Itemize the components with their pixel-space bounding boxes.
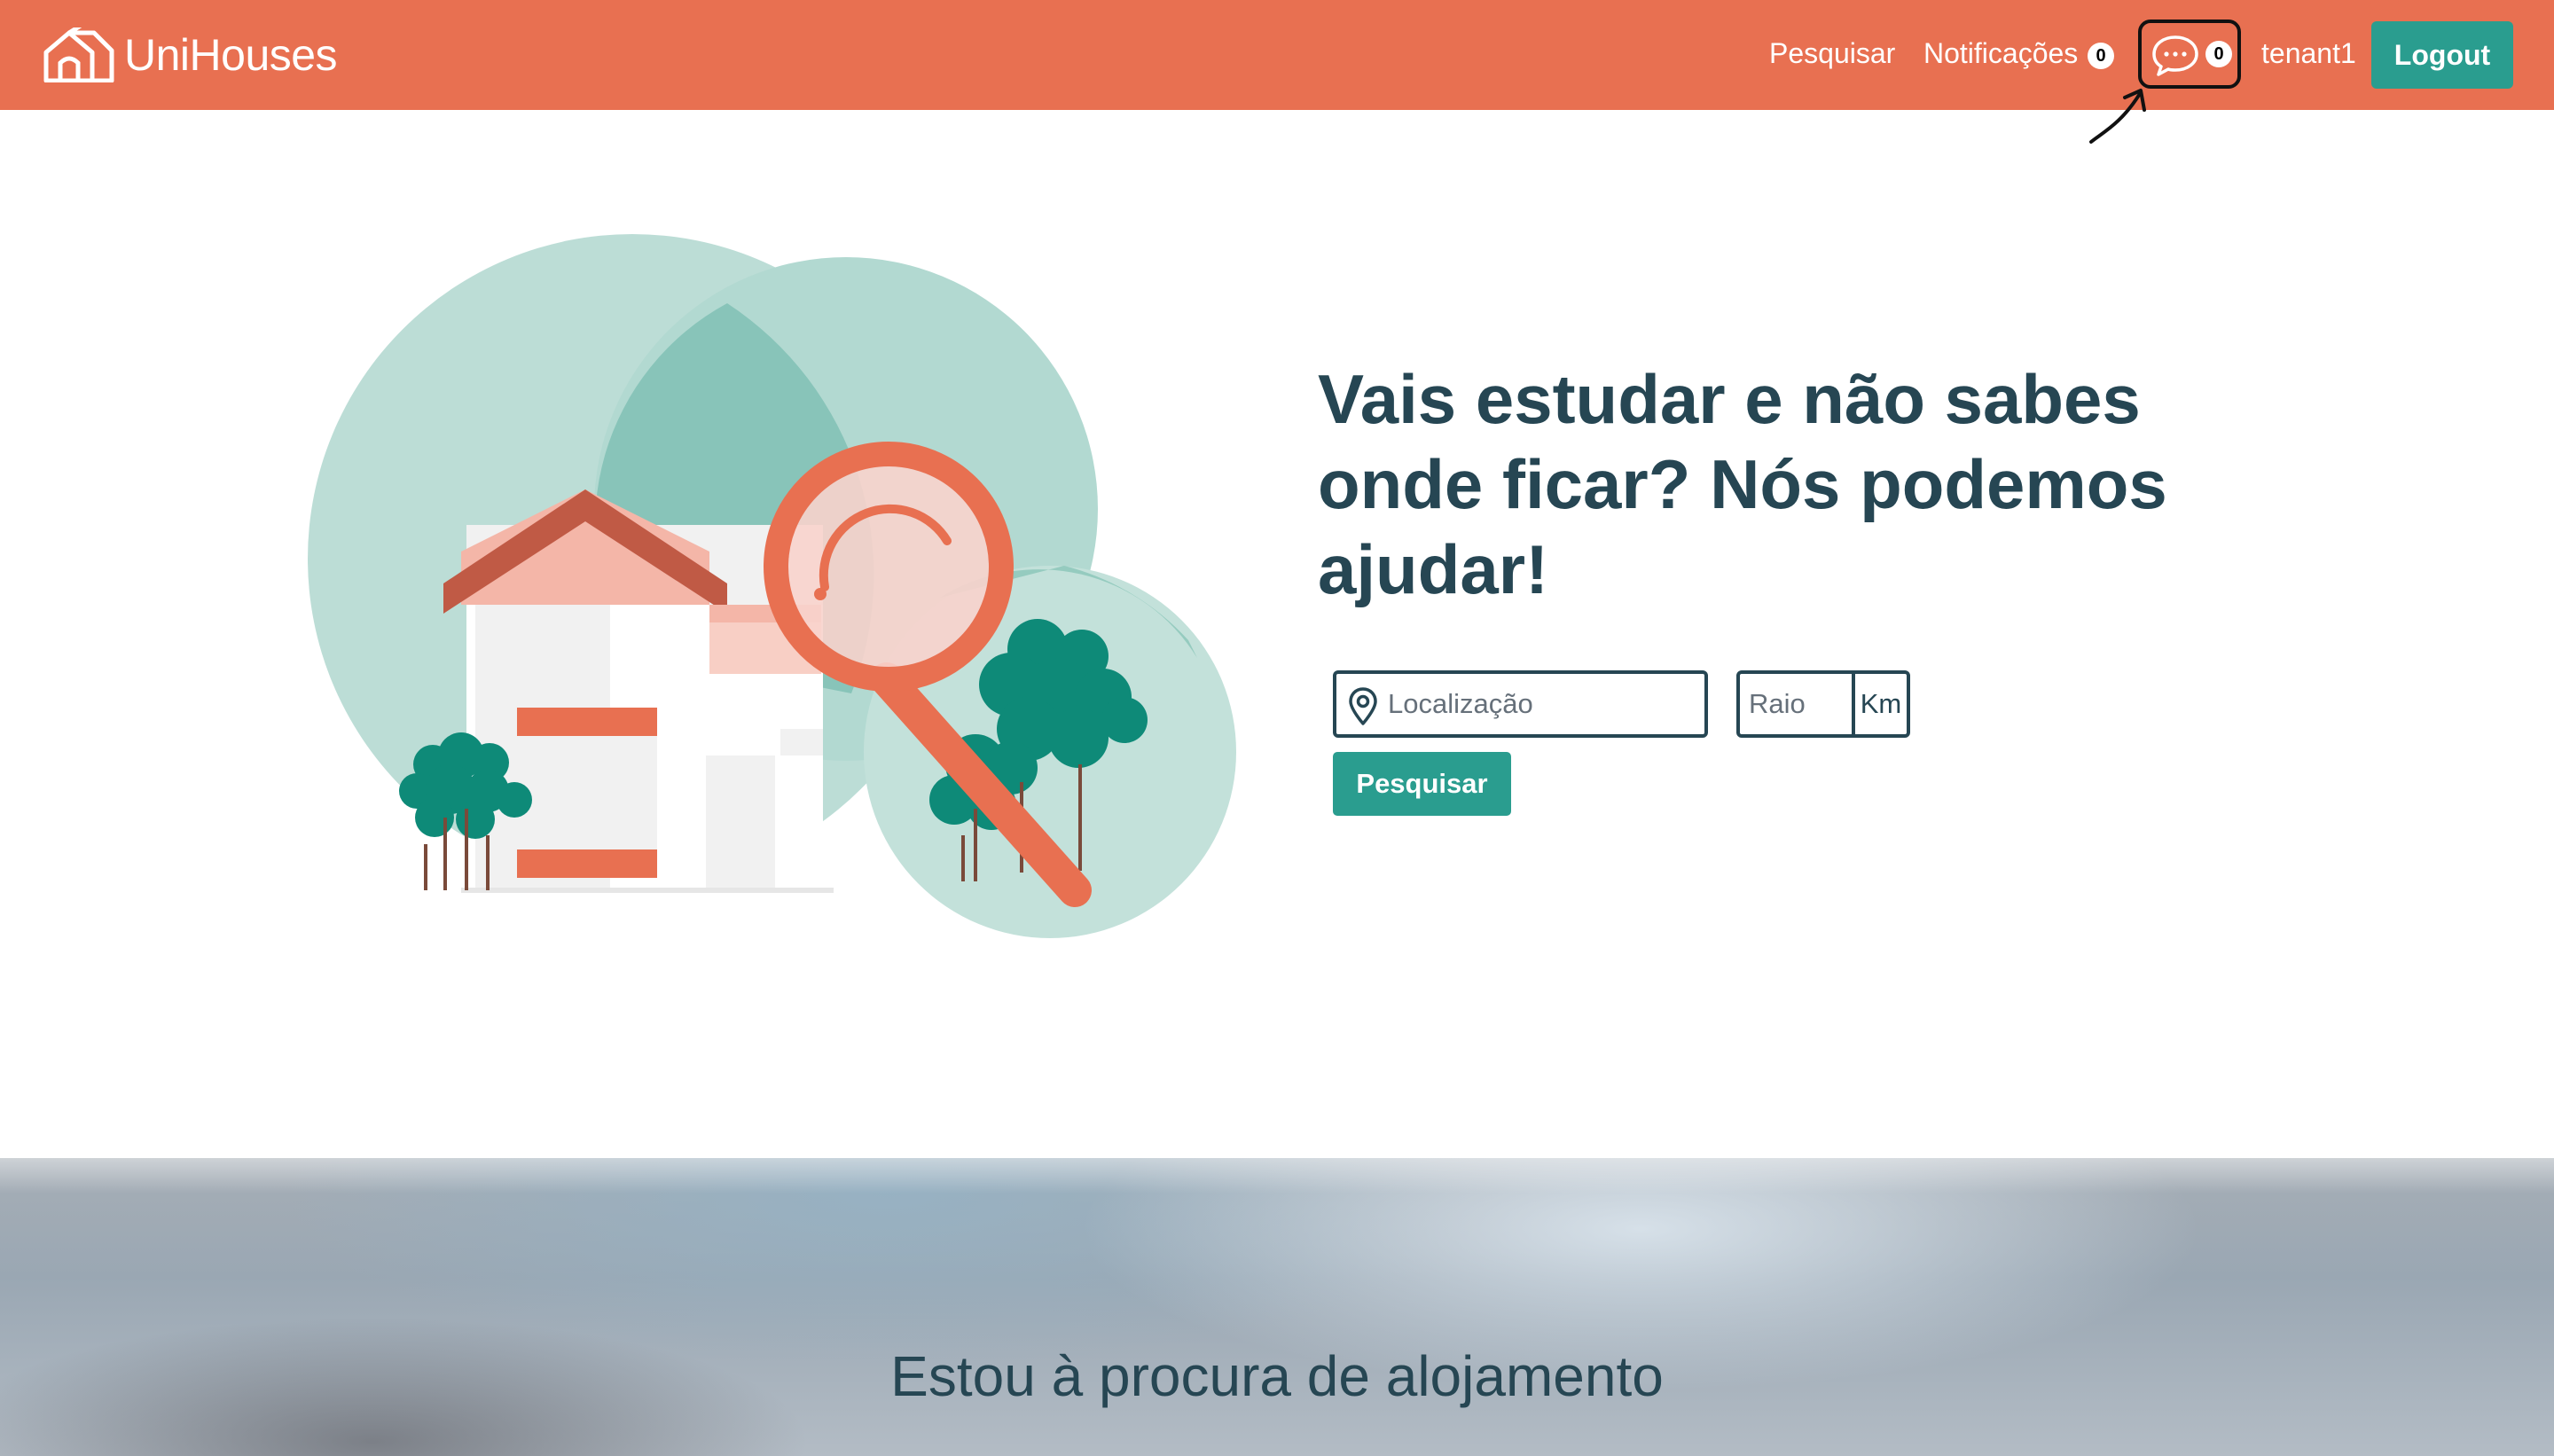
house-logo-icon <box>43 27 114 82</box>
looking-for-housing-banner: Estou à procura de alojamento <box>0 1158 2554 1456</box>
location-field[interactable] <box>1333 670 1708 738</box>
nav-search-link[interactable]: Pesquisar <box>1769 35 1895 71</box>
radius-unit-label: Km <box>1852 674 1907 734</box>
chat-bubble-icon <box>2152 35 2198 76</box>
brand-logo-link[interactable]: UniHouses <box>43 23 338 87</box>
notifications-count-badge: 0 <box>2088 43 2114 69</box>
username-link[interactable]: tenant1 <box>2261 35 2356 71</box>
banner-title: Estou à procura de alojamento <box>890 1344 1664 1408</box>
messages-button[interactable]: 0 <box>2138 20 2241 89</box>
location-pin-icon <box>1349 687 1377 725</box>
messages-count-badge: 0 <box>2205 41 2232 67</box>
search-button[interactable]: Pesquisar <box>1333 752 1511 816</box>
nav-notifications-link[interactable]: Notificações <box>1923 35 2078 71</box>
location-input[interactable] <box>1386 674 1696 734</box>
brand-name: UniHouses <box>124 30 338 80</box>
hero-illustration <box>308 234 1236 938</box>
navbar: UniHouses Pesquisar Notificações 0 0 ten… <box>0 0 2554 110</box>
hero-heading: Vais estudar e não sabes onde ficar? Nós… <box>1318 360 2167 608</box>
radius-field[interactable]: Km <box>1736 670 1910 738</box>
banner-fade <box>0 1158 2554 1194</box>
radius-input[interactable] <box>1747 674 1853 734</box>
annotation-arrow-icon <box>2089 89 2146 144</box>
logout-button[interactable]: Logout <box>2371 21 2513 89</box>
